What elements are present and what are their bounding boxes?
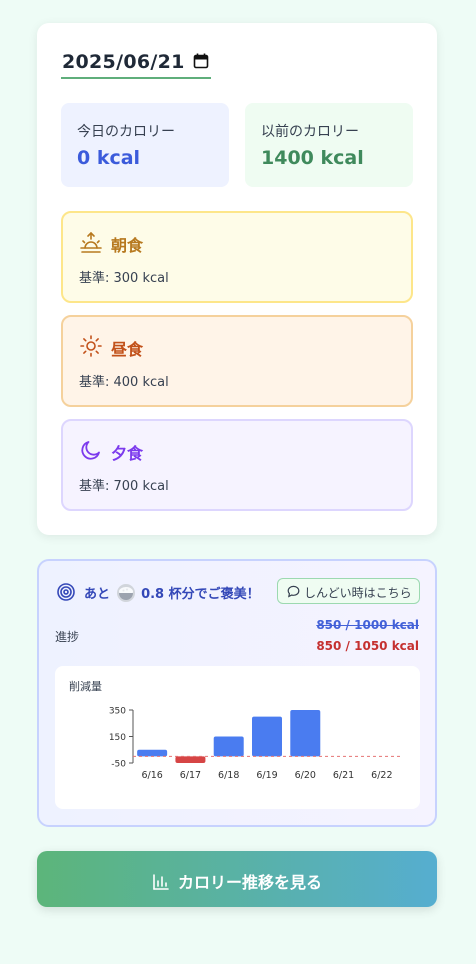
previous-calories-value: 1400 kcal <box>261 147 364 169</box>
reduction-chart: 削減量 350 150 -50 6/16 6/17 6/18 6/19 6/20 6/21 6/2… <box>55 666 420 809</box>
meal-card-breakfast[interactable]: 朝食 基準: 300 kcal <box>61 211 413 303</box>
x-tick-label: 6/18 <box>218 770 239 781</box>
meal-card-dinner[interactable]: 夕食 基準: 700 kcal <box>61 419 413 511</box>
date-input[interactable]: 2025/06/21 <box>61 49 211 79</box>
calorie-card: 2025/06/21 今日のカロリー 0 kcal 以前のカロリー 1400 k… <box>37 23 437 535</box>
cta-label[interactable]: カロリー推移を見る <box>178 873 322 892</box>
progress-label: 進捗 <box>55 630 80 644</box>
progress-old-value: 850 / 1000 kcal <box>316 618 419 632</box>
x-tick-label: 6/22 <box>371 770 392 781</box>
y-tick-label: 150 <box>109 733 126 743</box>
date-value[interactable]: 2025/06/21 <box>62 51 185 73</box>
x-tick-label: 6/16 <box>141 770 162 781</box>
bar-chart-icon <box>153 874 169 890</box>
x-tick-label: 6/19 <box>256 770 277 781</box>
meal-name: 朝食 <box>111 236 144 255</box>
progress-card: あと 0.8 杯分でご褒美！ しんどい時はこちら 進捗 850 / 1000 k… <box>37 559 437 827</box>
calendar-icon[interactable] <box>193 53 209 69</box>
rice-bowl-icon <box>116 584 135 602</box>
chart-bar <box>252 716 282 757</box>
reward-message: あと 0.8 杯分でご褒美！ <box>84 583 260 603</box>
x-tick-label: 6/21 <box>333 770 354 781</box>
reduction-bar-chart: 350 150 -50 6/16 6/17 6/18 6/19 6/20 6/21 6/22 <box>109 707 401 781</box>
progress-new-value: 850 / 1050 kcal <box>316 639 419 653</box>
sun-icon <box>80 335 102 357</box>
chart-bar <box>290 710 321 757</box>
previous-calories-card: 以前のカロリー 1400 kcal <box>245 103 413 187</box>
today-calories-value: 0 kcal <box>77 147 141 169</box>
moon-icon <box>81 441 100 460</box>
chart-bar <box>137 749 168 757</box>
meal-base-calories: 基準: 300 kcal <box>79 271 169 286</box>
chat-bubble-icon <box>287 585 300 598</box>
view-calorie-trend-button[interactable]: カロリー推移を見る <box>37 851 437 907</box>
reward-prefix: あと <box>84 587 111 602</box>
target-icon <box>57 583 75 601</box>
y-tick-label: 350 <box>109 707 126 717</box>
meal-base-calories: 基準: 400 kcal <box>79 375 169 390</box>
reward-suffix: 0.8 杯分でご褒美！ <box>141 587 260 602</box>
sunrise-icon <box>80 231 102 253</box>
help-button-label[interactable]: しんどい時はこちら <box>304 584 412 601</box>
meal-base-calories: 基準: 700 kcal <box>79 479 169 494</box>
x-tick-label: 6/17 <box>180 770 201 781</box>
meal-name: 昼食 <box>111 340 144 359</box>
today-calories-card: 今日のカロリー 0 kcal <box>61 103 229 187</box>
chart-bar <box>213 736 244 757</box>
x-tick-label: 6/20 <box>295 770 316 781</box>
help-button[interactable]: しんどい時はこちら <box>277 578 420 604</box>
meal-card-lunch[interactable]: 昼食 基準: 400 kcal <box>61 315 413 407</box>
chart-bar <box>175 756 206 763</box>
y-tick-label: -50 <box>111 760 126 770</box>
today-calories-label: 今日のカロリー <box>77 124 175 140</box>
meal-name: 夕食 <box>111 444 144 463</box>
previous-calories-label: 以前のカロリー <box>261 124 359 140</box>
